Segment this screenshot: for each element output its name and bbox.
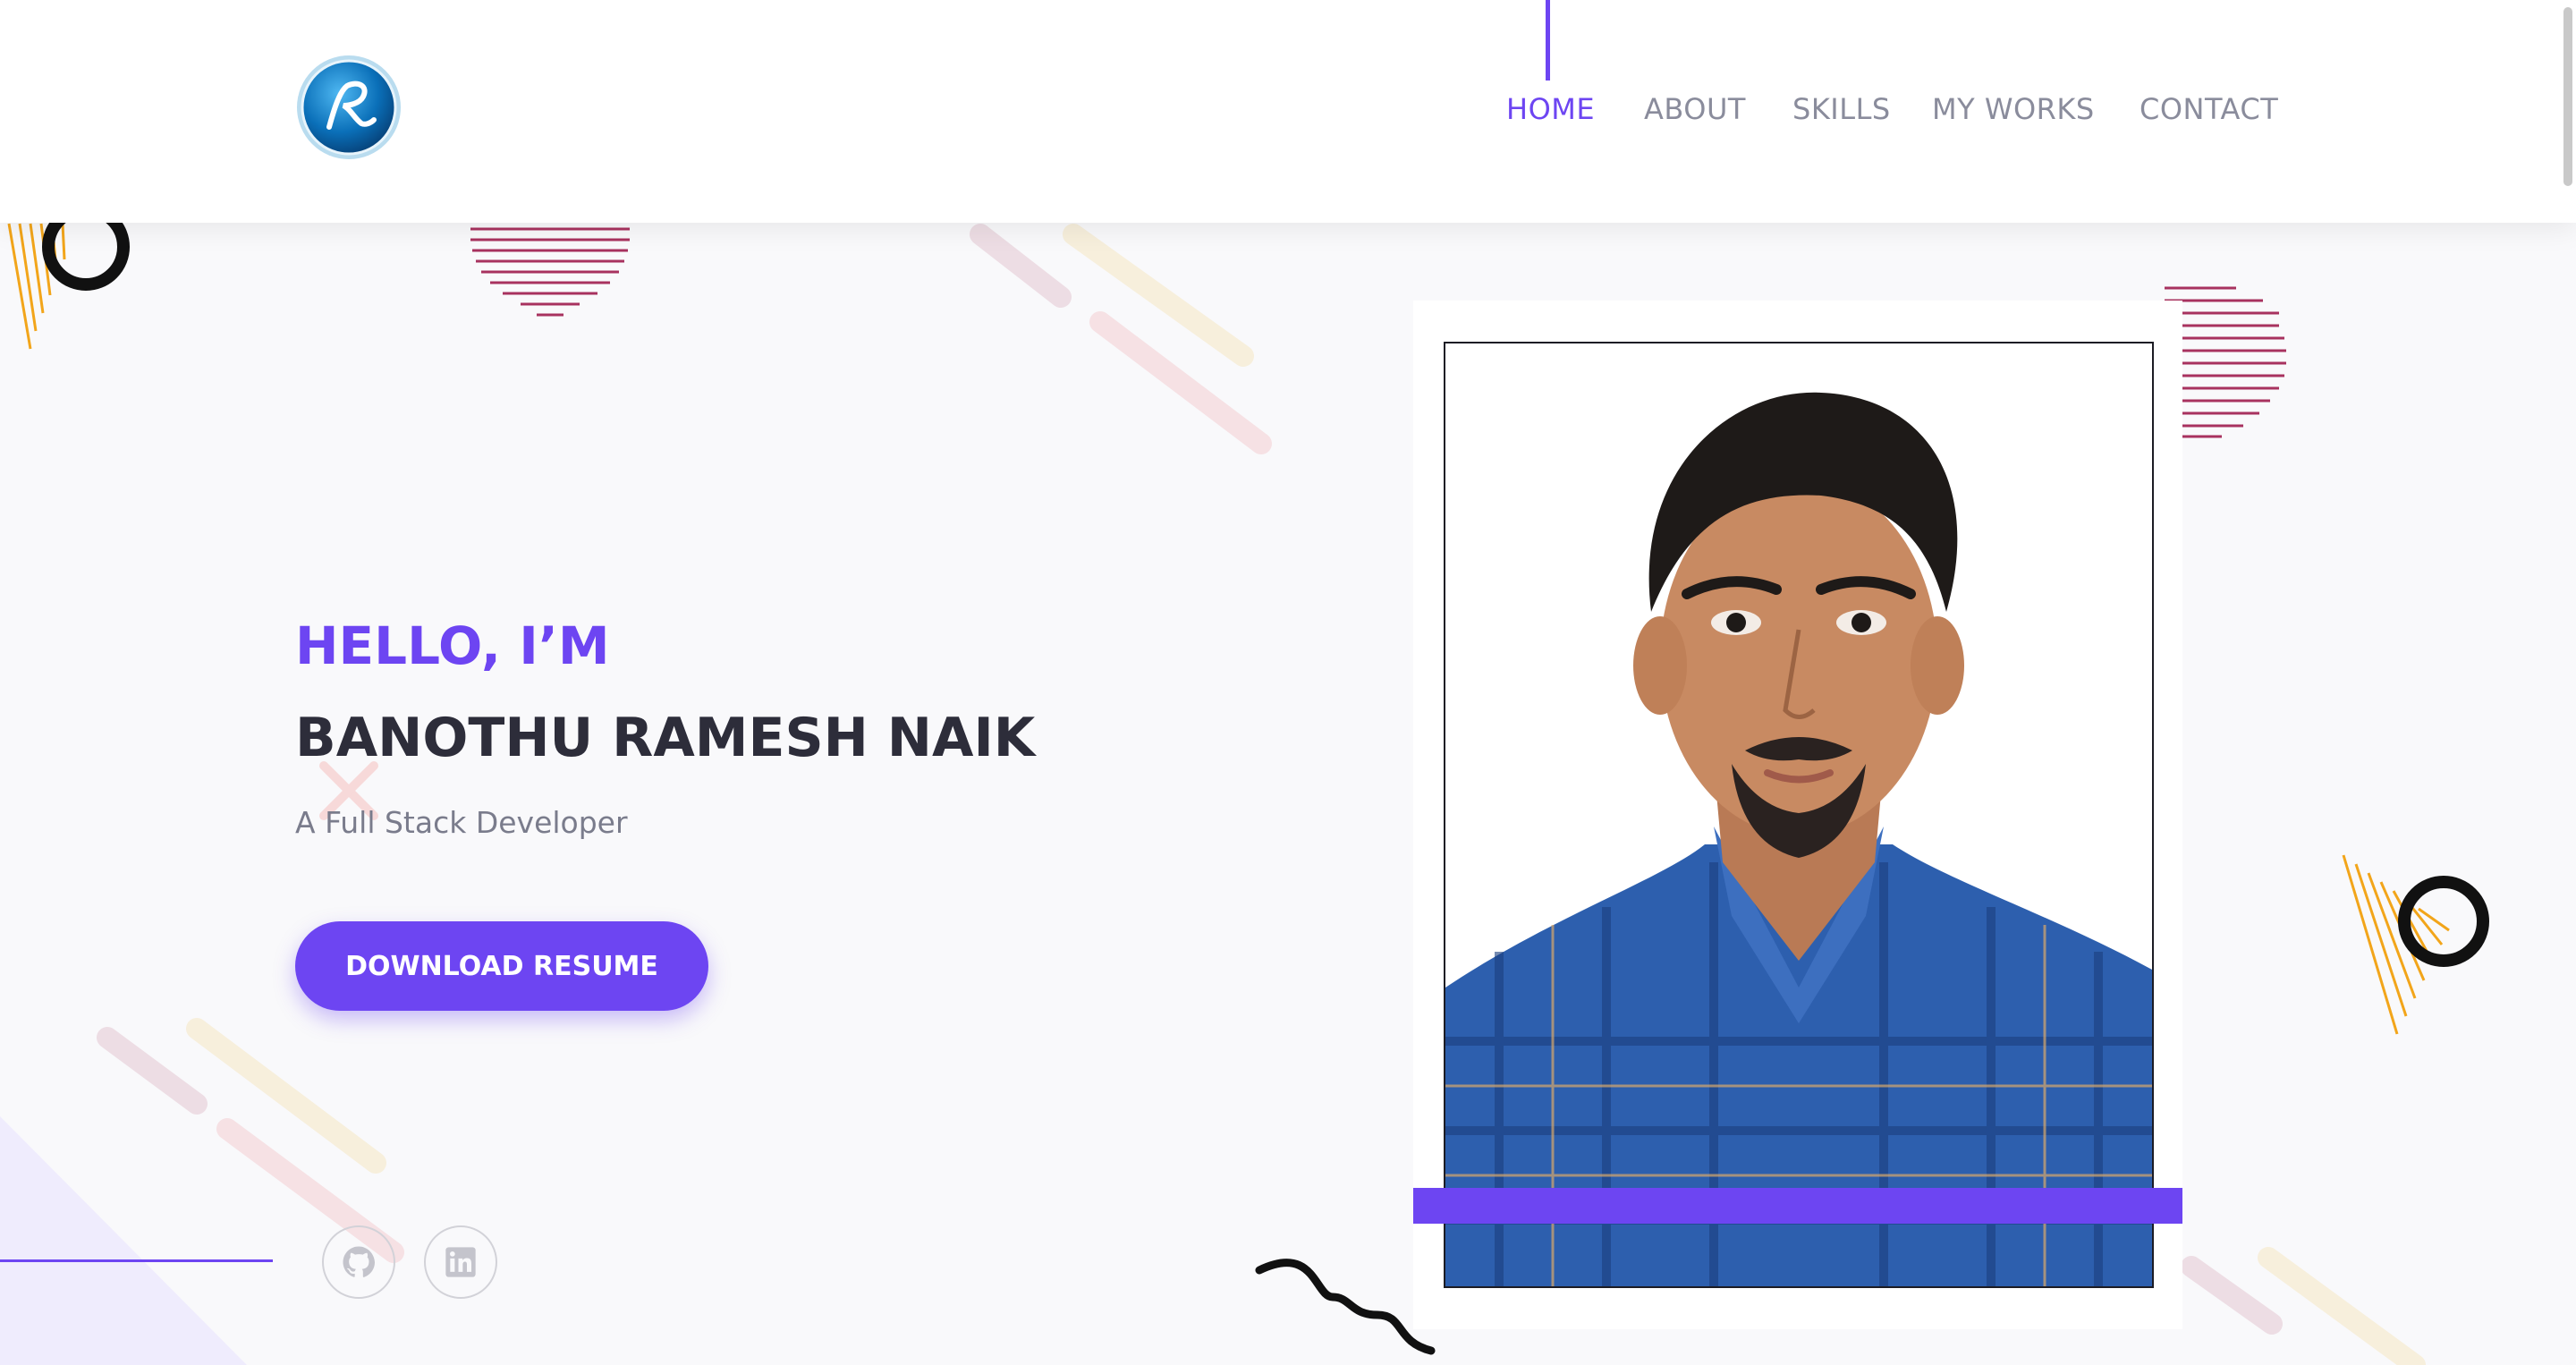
active-nav-indicator — [1546, 0, 1550, 81]
github-link[interactable] — [322, 1225, 395, 1299]
nav-about[interactable]: ABOUT — [1644, 92, 1746, 126]
download-resume-button[interactable]: DOWNLOAD RESUME — [295, 921, 708, 1011]
scrollbar-thumb[interactable] — [2563, 7, 2572, 186]
ring-right — [2398, 876, 2489, 967]
lavender-triangle — [0, 1116, 247, 1365]
hero-greeting: HELLO, I’M — [295, 615, 610, 676]
portrait-image — [1445, 343, 2152, 1286]
page-scrollbar[interactable] — [2560, 0, 2576, 1365]
hero-name: BANOTHU RAMESH NAIK — [295, 707, 1036, 769]
nav-home[interactable]: HOME — [1506, 92, 1595, 126]
pill-shapes-bottom-right — [2181, 1247, 2426, 1365]
nav-my-works[interactable]: MY WORKS — [1932, 92, 2095, 126]
striped-semicircle-right — [2165, 286, 2286, 438]
profile-photo — [1444, 342, 2154, 1288]
main-nav: HOME ABOUT SKILLS MY WORKS CONTACT — [0, 0, 2576, 223]
squiggle-line — [1255, 1259, 1436, 1355]
hero-subtitle: A Full Stack Developer — [295, 805, 628, 840]
nav-skills[interactable]: SKILLS — [1792, 92, 1891, 126]
photo-accent-bar — [1413, 1188, 2182, 1224]
nav-contact[interactable]: CONTACT — [2140, 92, 2278, 126]
linkedin-icon — [445, 1247, 476, 1277]
striped-semicircle-top — [470, 227, 630, 317]
github-icon — [343, 1246, 375, 1277]
social-divider-line — [0, 1259, 273, 1262]
site-header: HOME ABOUT SKILLS MY WORKS CONTACT — [0, 0, 2576, 223]
pill-shapes-bottom-left — [97, 1018, 404, 1263]
linkedin-link[interactable] — [424, 1225, 497, 1299]
pill-shapes-top — [970, 224, 1272, 454]
